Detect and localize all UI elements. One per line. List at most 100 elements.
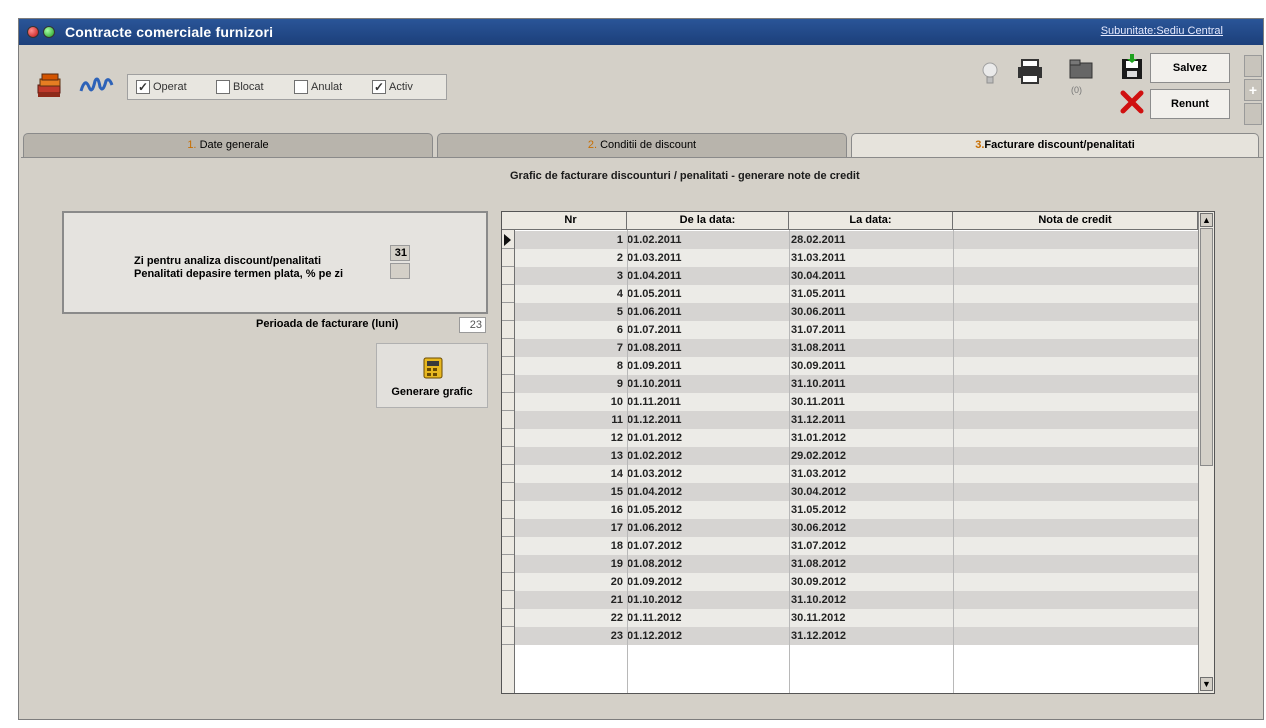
billing-period-input[interactable]: 23 [459, 317, 486, 333]
side-add-button[interactable]: + [1244, 79, 1262, 101]
row-indicator-cell[interactable] [502, 375, 514, 393]
row-nr-cell: 1 [616, 234, 623, 246]
attachment-folder-icon[interactable] [1067, 57, 1095, 81]
table-row[interactable]: 16 01.05.2012 31.05.2012 [515, 501, 1198, 519]
row-to-date-cell: 31.08.2012 [791, 558, 847, 570]
save-button-label: Salvez [1172, 62, 1208, 74]
cancel-button-label: Renunt [1171, 98, 1209, 110]
save-button[interactable]: Salvez [1150, 53, 1230, 83]
signature-icon[interactable] [79, 73, 115, 97]
cancel-button[interactable]: Renunt [1150, 89, 1230, 119]
row-indicator-cell[interactable] [502, 537, 514, 555]
row-indicator-cell[interactable] [502, 483, 514, 501]
day-analysis-label: Zi pentru analiza discount/penalitati [134, 255, 322, 267]
subunit-link[interactable]: Subunitate:Sediu Central [1101, 25, 1223, 37]
generate-schedule-button[interactable]: Generare grafic [376, 343, 488, 408]
row-indicator-cell[interactable] [502, 393, 514, 411]
table-row[interactable]: 3 01.04.2011 30.04.2011 [515, 267, 1198, 285]
grid-scrollbar[interactable]: ▲ ▼ [1198, 212, 1214, 693]
row-from-date-cell: 01.09.2011 [627, 360, 682, 372]
tab-conditii-discount[interactable]: 2. Conditii de discount [437, 133, 847, 157]
scroll-thumb[interactable] [1200, 228, 1213, 466]
table-row[interactable]: 18 01.07.2012 31.07.2012 [515, 537, 1198, 555]
row-indicator-cell[interactable] [502, 339, 514, 357]
table-row[interactable]: 6 01.07.2011 31.07.2011 [515, 321, 1198, 339]
row-indicator-cell[interactable] [502, 447, 514, 465]
table-row[interactable]: 19 01.08.2012 31.08.2012 [515, 555, 1198, 573]
operat-checkbox[interactable]: ✓ Operat [136, 80, 187, 96]
attachment-count: (0) [1071, 85, 1082, 95]
table-row[interactable]: 4 01.05.2011 31.05.2011 [515, 285, 1198, 303]
row-indicator-cell[interactable] [502, 285, 514, 303]
table-row[interactable]: 2 01.03.2011 31.03.2011 [515, 249, 1198, 267]
row-indicator-cell[interactable] [502, 519, 514, 537]
col-header-to-date[interactable]: La data: [789, 212, 953, 230]
table-row[interactable]: 22 01.11.2012 30.11.2012 [515, 609, 1198, 627]
side-up-button[interactable] [1244, 55, 1262, 77]
row-nr-cell: 10 [610, 396, 623, 408]
table-row[interactable]: 9 01.10.2011 31.10.2011 [515, 375, 1198, 393]
operat-check-mark: ✓ [136, 80, 150, 94]
table-row[interactable]: 11 01.12.2011 31.12.2011 [515, 411, 1198, 429]
penalty-value[interactable] [390, 263, 410, 279]
row-indicator-cell[interactable] [502, 267, 514, 285]
anulat-checkbox[interactable]: Anulat [294, 80, 342, 96]
tab-facturare-discount[interactable]: 3.Facturare discount/penalitati [851, 133, 1259, 159]
table-row[interactable]: 12 01.01.2012 31.01.2012 [515, 429, 1198, 447]
table-row[interactable]: 23 01.12.2012 31.12.2012 [515, 627, 1198, 645]
activ-checkbox[interactable]: ✓ Activ [372, 80, 413, 96]
row-indicator-cell[interactable] [502, 591, 514, 609]
table-row[interactable]: 14 01.03.2012 31.03.2012 [515, 465, 1198, 483]
cancel-x-icon[interactable] [1120, 89, 1144, 115]
row-from-date-cell: 01.04.2012 [627, 486, 683, 498]
printer-icon[interactable] [1015, 57, 1045, 87]
table-row[interactable]: 7 01.08.2011 31.08.2011 [515, 339, 1198, 357]
col-divider [953, 230, 954, 693]
col-header-from-date[interactable]: De la data: [627, 212, 789, 230]
table-row[interactable]: 5 01.06.2011 30.06.2011 [515, 303, 1198, 321]
table-row[interactable]: 21 01.10.2012 31.10.2012 [515, 591, 1198, 609]
table-row[interactable]: 10 01.11.2011 30.11.2011 [515, 393, 1198, 411]
row-from-date-cell: 01.12.2012 [627, 630, 683, 642]
table-row[interactable]: 17 01.06.2012 30.06.2012 [515, 519, 1198, 537]
table-row[interactable]: 13 01.02.2012 29.02.2012 [515, 447, 1198, 465]
row-nr-cell: 2 [616, 252, 623, 264]
row-indicator-cell[interactable] [502, 429, 514, 447]
row-nr-cell: 17 [610, 522, 623, 534]
day-analysis-value[interactable]: 31 [390, 245, 410, 261]
close-dot-icon[interactable] [27, 26, 39, 38]
row-indicator-cell[interactable] [502, 501, 514, 519]
blocat-label: Blocat [233, 80, 264, 93]
row-indicator-cell[interactable] [502, 573, 514, 591]
minimize-dot-icon[interactable] [43, 26, 55, 38]
books-icon[interactable] [35, 71, 65, 101]
row-indicator-cell[interactable] [502, 465, 514, 483]
tab-date-generale[interactable]: 1. Date generale [23, 133, 433, 157]
row-indicator-cell[interactable] [502, 555, 514, 573]
col-header-nr[interactable]: Nr [515, 212, 627, 230]
row-indicator-cell[interactable] [502, 357, 514, 375]
scroll-up-arrow-icon[interactable]: ▲ [1200, 213, 1213, 227]
table-row[interactable]: 20 01.09.2012 30.09.2012 [515, 573, 1198, 591]
generate-schedule-label: Generare grafic [391, 386, 473, 398]
row-indicator-cell[interactable] [502, 411, 514, 429]
selected-row-arrow-icon [504, 234, 511, 246]
blocat-checkbox[interactable]: Blocat [216, 80, 264, 96]
table-row[interactable]: 15 01.04.2012 30.04.2012 [515, 483, 1198, 501]
row-indicator-cell[interactable] [502, 231, 514, 249]
row-indicator-cell[interactable] [502, 627, 514, 645]
lightbulb-icon[interactable] [979, 59, 1001, 89]
col-divider [627, 230, 628, 693]
row-indicator-cell[interactable] [502, 249, 514, 267]
row-indicator-cell[interactable] [502, 609, 514, 627]
side-down-button[interactable] [1244, 103, 1262, 125]
scroll-down-arrow-icon[interactable]: ▼ [1200, 677, 1213, 691]
col-header-credit-note[interactable]: Nota de credit [953, 212, 1198, 230]
billing-period-label: Perioada de facturare (luni) [256, 318, 399, 330]
row-to-date-cell: 30.06.2011 [791, 306, 846, 318]
save-disk-icon[interactable] [1118, 53, 1146, 83]
row-indicator-cell[interactable] [502, 321, 514, 339]
row-indicator-cell[interactable] [502, 303, 514, 321]
table-row[interactable]: 8 01.09.2011 30.09.2011 [515, 357, 1198, 375]
table-row[interactable]: 1 01.02.2011 28.02.2011 [515, 231, 1198, 249]
